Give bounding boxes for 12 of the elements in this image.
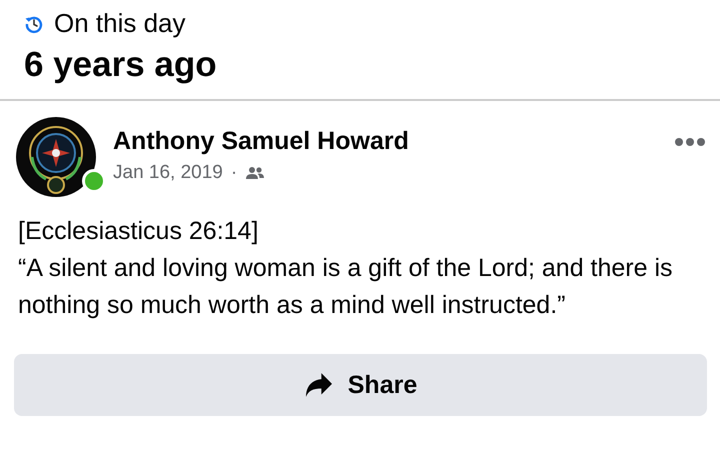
memory-title: 6 years ago xyxy=(24,45,218,85)
memories-clock-icon xyxy=(24,14,44,34)
share-arrow-icon xyxy=(304,372,334,398)
post-text: “A silent and loving woman is a gift of the Lord; and there is nothing so much worth as a mind well instructed.” xyxy=(18,253,674,321)
share-button[interactable]: Share xyxy=(14,354,707,416)
friends-icon xyxy=(245,166,266,180)
post-text: [Ecclesiasticus 26:14] xyxy=(18,216,260,247)
author-name[interactable]: Anthony Samuel Howard xyxy=(113,127,674,156)
post-date[interactable]: Jan 16, 2019 xyxy=(113,162,223,184)
separator-dot: · xyxy=(230,162,238,184)
memory-label: On this day xyxy=(54,8,186,39)
more-options-icon[interactable] xyxy=(674,137,706,147)
